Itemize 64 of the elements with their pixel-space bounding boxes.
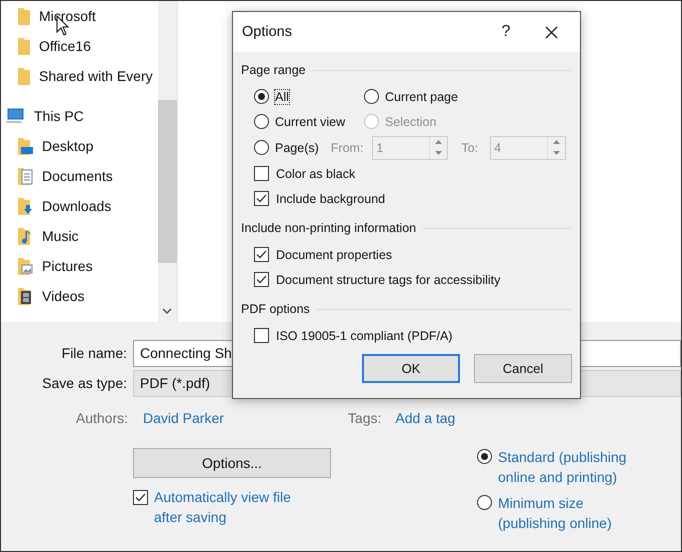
scrollbar-thumb[interactable]	[158, 100, 177, 263]
ok-button[interactable]: OK	[362, 354, 460, 383]
folder-icon	[18, 38, 30, 54]
checkbox[interactable]	[254, 166, 269, 181]
cancel-button[interactable]: Cancel	[474, 354, 572, 383]
folder-icon	[18, 68, 30, 84]
scrollbar[interactable]	[158, 1, 177, 322]
author-link[interactable]: David Parker	[143, 410, 224, 426]
radio-label[interactable]: All	[275, 90, 289, 104]
sidebar-item[interactable]: Microsoft	[1, 1, 158, 31]
checkbox[interactable]	[254, 328, 269, 343]
scroll-down-icon[interactable]	[162, 308, 172, 315]
radio-button[interactable]	[477, 449, 492, 464]
sidebar-item[interactable]: This PC	[1, 101, 158, 131]
radio-button[interactable]	[477, 495, 492, 510]
checkbox[interactable]	[133, 490, 148, 505]
folder-icon	[18, 8, 30, 24]
field-label: Save as type:	[41, 375, 128, 391]
radio-button[interactable]	[254, 140, 269, 155]
desktop-folder-icon	[18, 138, 33, 154]
pictures-folder-icon	[18, 258, 33, 274]
spinner-label: To:	[461, 140, 478, 154]
tags-label: Tags:	[348, 410, 382, 426]
checkbox[interactable]	[254, 247, 269, 262]
sidebar-item[interactable]: Pictures	[1, 251, 158, 281]
field-label: File name:	[60, 345, 128, 361]
radio-button[interactable]	[254, 114, 269, 129]
downloads-folder-icon	[18, 198, 33, 214]
checkbox-label[interactable]: Document properties	[276, 248, 392, 262]
sidebar-item[interactable]: Downloads	[1, 191, 158, 221]
music-folder-icon	[18, 228, 33, 244]
spinner-label: From:	[330, 140, 364, 154]
close-icon[interactable]	[544, 26, 558, 38]
checkbox-label[interactable]: ISO 19005-1 compliant (PDF/A)	[276, 328, 452, 342]
sidebar-item[interactable]: Videos	[1, 281, 158, 311]
radio-button[interactable]	[364, 89, 379, 104]
checkbox-label[interactable]: Document structure tags for accessibility	[276, 272, 500, 286]
add-tag-link[interactable]: Add a tag	[395, 410, 456, 426]
radio-label[interactable]: Current view	[275, 114, 346, 128]
videos-folder-icon	[18, 288, 33, 304]
dialog-title: Options	[242, 24, 293, 40]
optimize-option-label[interactable]: Standard (publishing online and printing)	[498, 447, 646, 487]
authors-label: Authors:	[74, 410, 128, 426]
radio-button[interactable]	[254, 89, 269, 104]
checkbox[interactable]	[254, 191, 269, 206]
auto-view-label[interactable]: Automatically view file after saving	[154, 487, 314, 527]
checkbox-label[interactable]: Color as black	[276, 166, 356, 180]
options-button[interactable]: Options...	[133, 448, 331, 478]
section-heading: PDF options	[241, 302, 310, 316]
sidebar-item[interactable]: Music	[1, 221, 158, 251]
sidebar-item[interactable]: Office16	[1, 31, 158, 61]
sidebar-item[interactable]: Shared with Every	[1, 61, 158, 91]
computer-icon	[5, 108, 25, 124]
checkbox[interactable]	[254, 272, 269, 287]
documents-folder-icon	[18, 168, 33, 184]
section-heading: Include non-printing information	[241, 221, 416, 235]
checkbox-label[interactable]: Include background	[276, 192, 386, 206]
sidebar-item[interactable]: Documents	[1, 161, 158, 191]
help-button[interactable]: ?	[486, 12, 526, 52]
section-heading: Page range	[241, 63, 306, 77]
radio-label[interactable]: Current page	[385, 90, 458, 104]
optimize-option-label[interactable]: Minimum size (publishing online)	[498, 493, 646, 533]
radio-label[interactable]: Page(s)	[275, 140, 319, 154]
sidebar-item[interactable]: Desktop	[1, 131, 158, 161]
